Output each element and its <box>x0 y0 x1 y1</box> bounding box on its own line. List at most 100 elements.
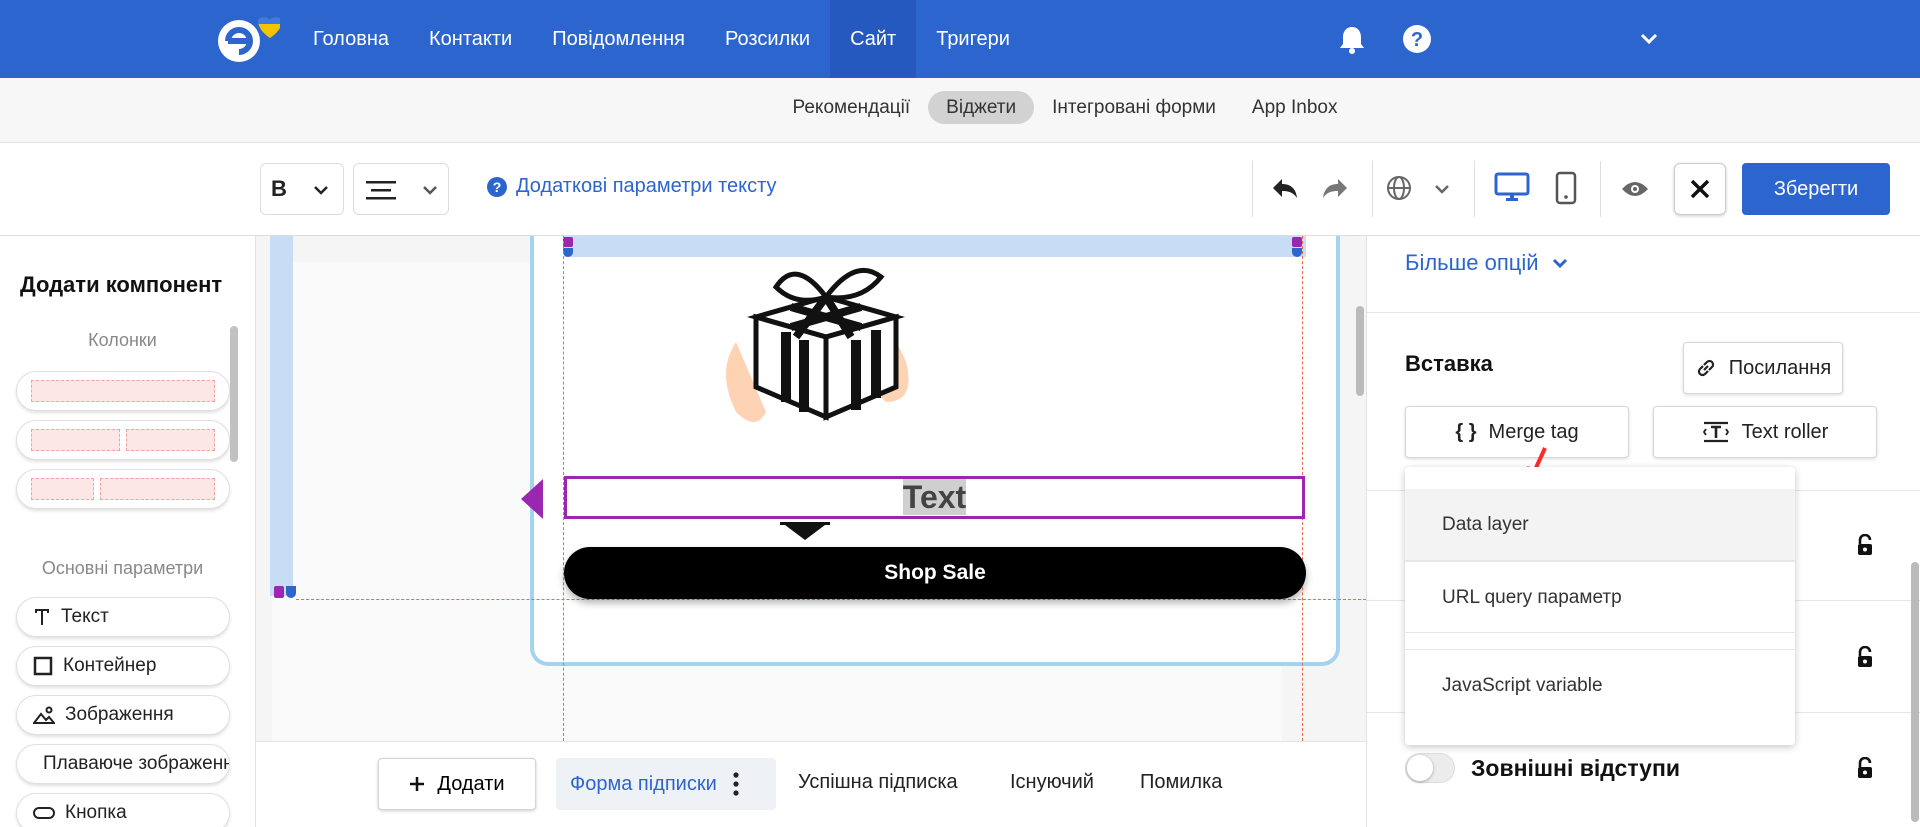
merge-tag-dropdown: Data layer URL query параметр JavaScript… <box>1405 467 1795 745</box>
columns-header: Колонки <box>88 330 157 350</box>
plus-icon <box>410 777 425 791</box>
text-roller-button[interactable]: Text roller <box>1653 406 1877 458</box>
add-state-button[interactable]: Додати <box>378 758 536 810</box>
sidebar-title: Додати компонент <box>20 272 223 297</box>
undo-icon[interactable] <box>1270 175 1300 203</box>
move-left-arrow-icon[interactable] <box>521 479 543 519</box>
dropdown-item-url-query[interactable]: URL query параметр <box>1405 561 1795 633</box>
editor-toolbar: B ? Додаткові параметри тексту Зберегти <box>0 143 1920 236</box>
merge-tag-label: Merge tag <box>1488 420 1579 443</box>
subnav-app-inbox[interactable]: App Inbox <box>1234 91 1356 124</box>
caret-down-icon <box>780 522 830 540</box>
nav-item-site[interactable]: Сайт <box>830 0 917 78</box>
resize-handle[interactable] <box>1292 237 1302 247</box>
text-roller-icon <box>1702 421 1729 443</box>
font-weight-select[interactable]: B <box>260 163 344 215</box>
chevron-down-icon <box>423 186 437 195</box>
basic-params-header: Основні параметри <box>41 558 204 578</box>
chevron-down-icon[interactable] <box>1432 179 1452 199</box>
text-icon <box>35 609 49 625</box>
add-state-label: Додати <box>437 772 505 795</box>
resize-handle[interactable] <box>274 586 284 598</box>
canvas-scrollbar[interactable] <box>1356 306 1364 396</box>
column-cell <box>99 478 215 500</box>
margins-toggle[interactable] <box>1405 753 1455 783</box>
editor-canvas[interactable]: Text Shop Sale <box>256 236 1366 741</box>
svg-text:?: ? <box>493 179 502 195</box>
text-block-content[interactable]: Text <box>902 479 967 515</box>
merge-tag-button[interactable]: { } Merge tag <box>1405 406 1629 458</box>
column-layout-1[interactable] <box>16 371 230 411</box>
panel-scrollbar[interactable] <box>1911 562 1919 822</box>
lock-open-icon[interactable] <box>1855 646 1875 668</box>
toggle-knob <box>1407 755 1433 781</box>
help-icon[interactable]: ? <box>1400 22 1434 56</box>
component-floating-image[interactable]: Плаваюче зображення <box>16 744 230 784</box>
bell-icon[interactable] <box>1335 22 1369 56</box>
align-center-icon <box>366 181 396 200</box>
link-button-label: Посилання <box>1728 356 1832 379</box>
tab-success-subscription[interactable]: Успішна підписка <box>798 771 958 794</box>
close-editor-button[interactable] <box>1674 163 1726 215</box>
braces-icon: { } <box>1455 420 1477 443</box>
mobile-icon[interactable] <box>1554 171 1578 205</box>
component-image[interactable]: Зображення <box>16 695 230 735</box>
nav-item-triggers[interactable]: Тригери <box>916 0 1030 78</box>
tab-label: Форма підписки <box>570 772 717 795</box>
subnav-integrated-forms[interactable]: Інтегровані форми <box>1034 91 1234 124</box>
column-layout-2[interactable] <box>16 420 230 460</box>
text-align-select[interactable] <box>353 163 449 215</box>
tab-subscribe-form[interactable]: Форма підписки <box>556 758 776 810</box>
nav-item-contacts[interactable]: Контакти <box>409 0 532 78</box>
sidebar-scrollbar[interactable] <box>230 326 238 462</box>
divider <box>1367 312 1920 313</box>
component-sidebar: Додати компонент Колонки Основні парамет… <box>0 236 256 827</box>
redo-icon[interactable] <box>1320 175 1350 203</box>
eye-icon[interactable] <box>1620 179 1650 199</box>
more-options-label: Більше опцій <box>1405 250 1539 275</box>
more-vertical-icon[interactable] <box>733 772 739 796</box>
lock-open-icon[interactable] <box>1855 534 1875 556</box>
resize-handle[interactable] <box>563 237 573 247</box>
resize-handle[interactable] <box>286 586 296 598</box>
toolbar-divider <box>1474 161 1475 217</box>
nav-item-messages[interactable]: Повідомлення <box>532 0 705 78</box>
component-label: Зображення <box>65 704 174 725</box>
esputnik-logo[interactable] <box>214 14 280 64</box>
chevron-down-icon <box>1552 258 1567 269</box>
close-icon <box>1690 179 1710 199</box>
tab-error[interactable]: Помилка <box>1140 771 1222 794</box>
desktop-icon[interactable] <box>1494 171 1530 205</box>
left-column-highlight <box>270 236 293 596</box>
guide-line <box>296 599 1366 600</box>
component-text[interactable]: Текст <box>16 597 230 637</box>
component-label: Плаваюче зображення <box>43 753 230 774</box>
globe-icon[interactable] <box>1386 175 1412 201</box>
tab-existing[interactable]: Існуючий <box>1010 771 1094 794</box>
column-layout-3[interactable] <box>16 469 230 509</box>
component-label: Кнопка <box>65 802 127 823</box>
component-container[interactable]: Контейнер <box>16 646 230 686</box>
more-text-options-link[interactable]: ? Додаткові параметри тексту <box>486 175 777 198</box>
chevron-down-icon[interactable] <box>1632 22 1666 56</box>
text-block-selected[interactable]: Text <box>564 476 1305 519</box>
container-icon <box>33 656 53 676</box>
image-icon <box>33 706 55 724</box>
form-state-bar: Додати Форма підписки Успішна підписка І… <box>256 741 1366 827</box>
lock-open-icon[interactable] <box>1855 757 1875 779</box>
dropdown-item-data-layer[interactable]: Data layer <box>1405 489 1795 561</box>
subnav-recommendations[interactable]: Рекомендації <box>775 91 929 124</box>
widget-frame[interactable] <box>530 236 1340 666</box>
more-text-options-label: Додаткові параметри тексту <box>516 175 777 197</box>
gift-illustration <box>726 267 909 422</box>
component-button[interactable]: Кнопка <box>16 793 230 827</box>
link-button[interactable]: Посилання <box>1683 342 1843 394</box>
dropdown-item-js-variable[interactable]: JavaScript variable <box>1405 649 1795 721</box>
shop-sale-button[interactable]: Shop Sale <box>564 547 1306 599</box>
site-sub-nav: Рекомендації Віджети Інтегровані форми A… <box>0 78 1920 143</box>
subnav-widgets[interactable]: Віджети <box>928 91 1035 124</box>
nav-item-campaigns[interactable]: Розсилки <box>705 0 830 78</box>
save-button[interactable]: Зберегти <box>1742 163 1890 215</box>
nav-item-home[interactable]: Головна <box>293 0 409 78</box>
more-options-toggle[interactable]: Більше опцій <box>1405 250 1569 276</box>
